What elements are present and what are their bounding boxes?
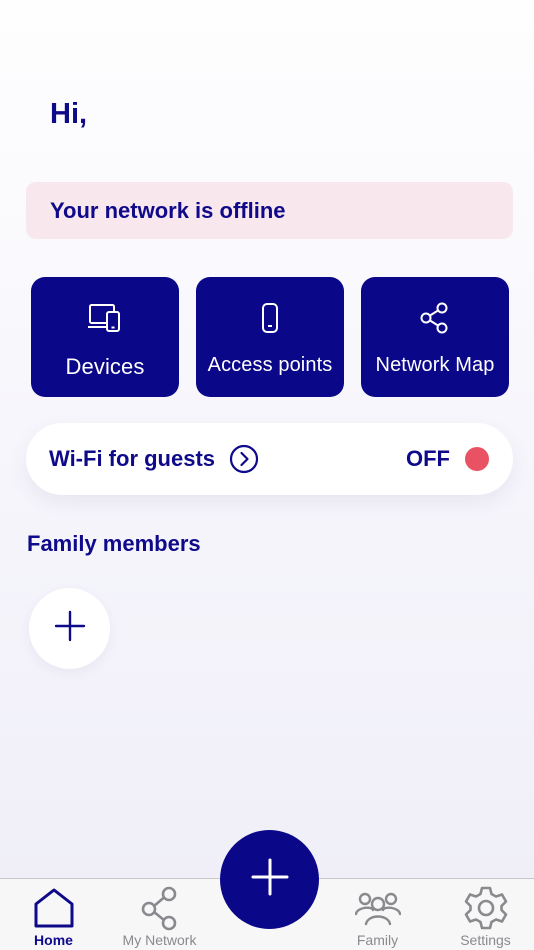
tab-settings-label: Settings	[460, 932, 511, 948]
network-map-label: Network Map	[375, 354, 495, 376]
offline-banner: Your network is offline	[26, 182, 513, 239]
quick-tiles: Devices Access points Network Map	[31, 277, 509, 397]
share-icon	[419, 301, 451, 335]
access-point-icon	[260, 301, 280, 335]
guest-wifi-status-text: OFF	[406, 446, 450, 471]
greeting-text: Hi,	[50, 98, 88, 130]
tab-family-label: Family	[356, 932, 399, 948]
guest-wifi-status[interactable]: OFF	[406, 446, 489, 472]
add-family-member-button[interactable]	[29, 588, 110, 669]
access-points-label: Access points	[207, 354, 333, 376]
home-icon	[32, 885, 76, 931]
tab-family[interactable]: Family	[324, 879, 431, 950]
status-dot	[465, 447, 489, 471]
network-map-tile[interactable]: Network Map	[361, 277, 509, 397]
devices-label: Devices	[65, 354, 145, 379]
plus-icon	[54, 610, 86, 647]
tab-home[interactable]: Home	[0, 879, 107, 950]
tab-settings[interactable]: Settings	[432, 879, 534, 950]
devices-icon	[87, 301, 123, 335]
guest-wifi-card[interactable]: Wi-Fi for guests OFF	[26, 423, 513, 495]
plus-icon	[251, 858, 289, 901]
access-points-tile[interactable]: Access points	[196, 277, 344, 397]
share-icon	[138, 885, 182, 931]
devices-tile[interactable]: Devices	[31, 277, 179, 397]
offline-banner-text: Your network is offline	[50, 197, 286, 223]
gear-icon	[463, 885, 509, 931]
tab-home-label: Home	[34, 932, 73, 948]
tab-my-network-label: My Network	[122, 932, 197, 948]
family-members-title: Family members	[27, 531, 201, 556]
chevron-right-circle-icon[interactable]	[229, 444, 259, 474]
family-icon	[354, 885, 401, 931]
tab-my-network[interactable]: My Network	[106, 879, 213, 950]
guest-wifi-label: Wi-Fi for guests	[49, 446, 216, 471]
add-button[interactable]	[220, 830, 319, 929]
